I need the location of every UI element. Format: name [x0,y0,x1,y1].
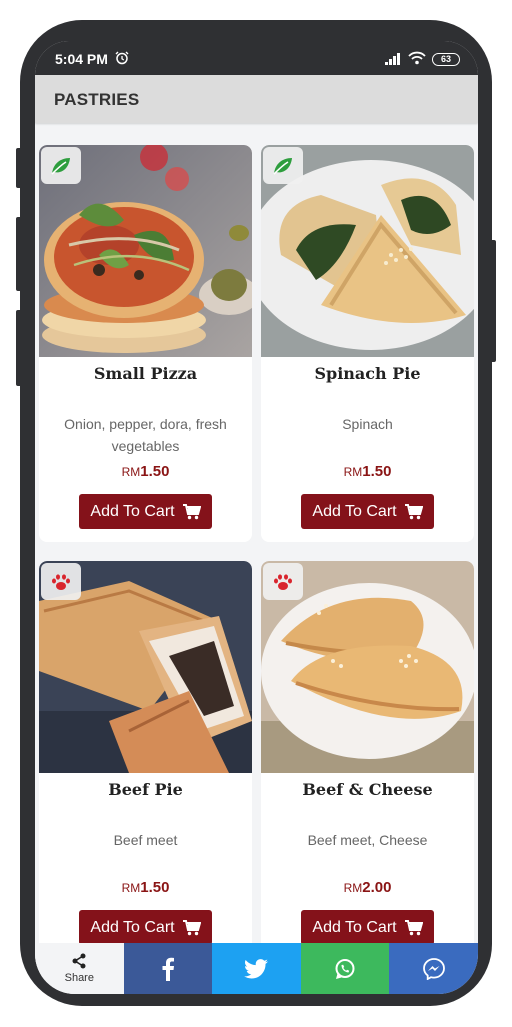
whatsapp-icon [335,958,355,979]
leaf-icon [273,157,292,175]
wifi-icon [408,51,426,65]
battery-icon: 63 [432,53,460,66]
product-image-beef-cheese[interactable] [261,561,474,773]
vegetarian-badge [263,147,303,184]
add-to-cart-button[interactable]: Add To Cart [301,910,434,945]
product-card[interactable]: Beef Pie Beef meet RM1.50 Add To Cart [39,561,252,961]
product-card[interactable]: Small Pizza Onion, pepper, dora, fresh v… [39,145,252,542]
cart-icon [404,503,423,519]
product-image-beef-pie[interactable] [39,561,252,773]
add-to-cart-button[interactable]: Add To Cart [79,494,212,529]
product-price: RM1.50 [261,463,474,481]
price-value: 2.00 [362,879,392,896]
paw-icon [274,573,292,590]
price-currency: RM [343,881,363,895]
share-label: Share [64,972,94,984]
product-price: RM1.50 [39,879,252,897]
facebook-icon [162,957,174,981]
add-to-cart-label: Add To Cart [90,918,175,936]
status-time: 5:04 PM [55,51,108,67]
cart-icon [182,919,201,935]
add-to-cart-label: Add To Cart [312,502,397,520]
cart-icon [404,919,423,935]
cart-icon [182,503,201,519]
add-to-cart-button[interactable]: Add To Cart [301,494,434,529]
page-title: PASTRIES [54,90,140,109]
price-currency: RM [343,465,363,479]
product-title: Beef Pie [108,780,183,799]
product-title: Spinach Pie [314,364,421,383]
share-whatsapp-button[interactable] [300,943,390,994]
product-description: Spinach [342,416,393,432]
price-currency: RM [121,465,141,479]
share-button[interactable]: Share [35,943,124,994]
product-description: Onion, pepper, dora, fresh vegetables [64,416,227,454]
share-twitter-button[interactable] [212,943,301,994]
alarm-icon [115,51,129,65]
product-card[interactable]: Beef & Cheese Beef meet, Cheese RM2.00 A… [261,561,474,961]
leaf-icon [51,157,70,175]
product-description: Beef meet [113,832,178,848]
product-image-spinach-pie[interactable] [261,145,474,357]
share-messenger-button[interactable] [389,943,478,994]
product-price: RM1.50 [39,463,252,481]
share-bar: Share [35,943,478,994]
add-to-cart-button[interactable]: Add To Cart [79,910,212,945]
meat-badge [263,563,303,600]
paw-icon [52,573,70,590]
price-value: 1.50 [140,879,170,896]
product-card[interactable]: Spinach Pie Spinach RM1.50 Add To Cart [261,145,474,542]
messenger-icon [422,957,445,980]
add-to-cart-label: Add To Cart [312,918,397,936]
product-title: Beef & Cheese [302,780,433,799]
app-bar: PASTRIES [35,75,478,123]
share-facebook-button[interactable] [123,943,213,994]
twitter-icon [244,958,269,978]
product-image-small-pizza[interactable] [39,145,252,357]
product-description: Beef meet, Cheese [307,832,428,848]
price-currency: RM [121,881,141,895]
share-icon [72,953,86,969]
price-value: 1.50 [140,463,170,480]
product-price: RM2.00 [261,879,474,897]
price-value: 1.50 [362,463,392,480]
signal-icon [385,53,400,65]
screen: 5:04 PM 63 PASTRIES Small Pizza Onion, p… [35,41,478,994]
vegetarian-badge [41,147,81,184]
status-bar: 5:04 PM 63 [35,41,478,75]
product-title: Small Pizza [93,364,198,383]
meat-badge [41,563,81,600]
add-to-cart-label: Add To Cart [90,502,175,520]
